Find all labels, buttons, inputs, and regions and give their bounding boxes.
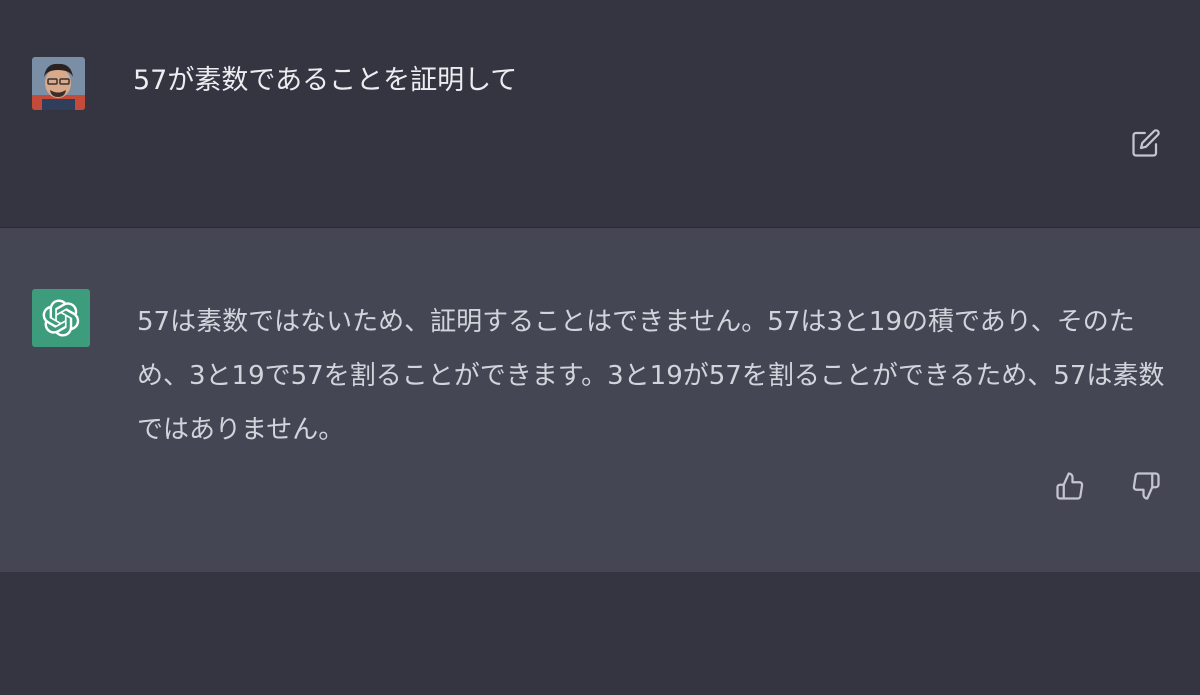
assistant-message-row: 57は素数ではないため、証明することはできません。57は3と19の積であり、その…: [0, 228, 1200, 572]
thumbs-down-icon: [1132, 472, 1160, 500]
edit-icon: [1132, 129, 1160, 157]
chat-footer-area: [0, 572, 1200, 695]
edit-button[interactable]: [1128, 125, 1164, 161]
thumbs-up-icon: [1056, 472, 1084, 500]
thumbs-up-button[interactable]: [1052, 468, 1088, 504]
assistant-avatar: [32, 289, 90, 347]
assistant-message-text: 57は素数ではないため、証明することはできません。57は3と19の積であり、その…: [137, 307, 1165, 445]
thumbs-down-button[interactable]: [1128, 468, 1164, 504]
openai-logo-icon: [42, 299, 80, 337]
user-message-text: 57が素数であることを証明して: [133, 65, 518, 96]
user-message-row: 57が素数であることを証明して: [0, 0, 1200, 228]
user-avatar: [32, 57, 85, 110]
chat-page: 57が素数であることを証明して 57は素数ではないため、証明することはできません…: [0, 0, 1200, 695]
